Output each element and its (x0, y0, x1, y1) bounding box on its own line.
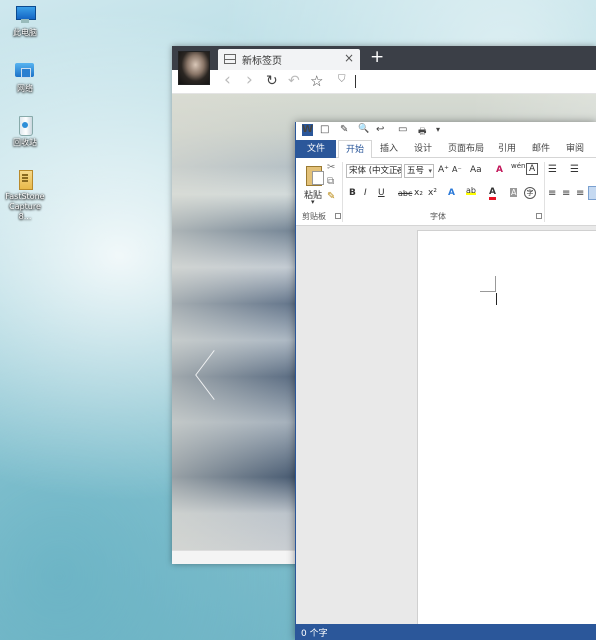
font-size-combo[interactable]: 五号 (404, 164, 434, 178)
char-border-button[interactable]: A (526, 163, 539, 175)
document-area (296, 226, 596, 624)
clear-format-button[interactable]: A (496, 165, 503, 175)
desktop-icon-label: 网络 (17, 84, 33, 93)
underline-button[interactable]: U (378, 188, 385, 198)
window-icon[interactable]: ▭ (398, 124, 407, 135)
shrink-font-button[interactable]: A⁻ (452, 165, 462, 174)
font-name-combo[interactable]: 宋体 (中文正文) (346, 164, 402, 178)
subscript-button[interactable]: x₂ (414, 188, 423, 198)
url-input[interactable] (354, 75, 554, 89)
justify-button[interactable] (588, 186, 596, 200)
numbering-button[interactable]: ☰ (570, 164, 579, 175)
ribbon-tabs: 文件 开始 插入 设计 页面布局 引用 邮件 审阅 (296, 140, 596, 159)
tab-design[interactable]: 设计 (406, 140, 440, 158)
tab-review[interactable]: 审阅 (560, 140, 590, 158)
margin-corner-mark (480, 276, 496, 292)
grow-font-button[interactable]: A⁺ (438, 165, 449, 175)
desktop-icon-faststone[interactable]: FastStone Capture 8... (2, 168, 48, 222)
tab-title: 新标签页 (242, 56, 282, 67)
tab-home[interactable]: 开始 (338, 140, 372, 159)
back-button[interactable]: ‹ (224, 70, 231, 90)
desktop-icon-label: 回收站 (13, 138, 37, 147)
tab-page-layout[interactable]: 页面布局 (442, 140, 490, 158)
format-painter-icon[interactable]: ✎ (327, 191, 335, 202)
undo-close-button[interactable]: ↶ (288, 73, 300, 89)
address-bar: ‹ › ↻ ↶ ☆ ⛉ (172, 70, 596, 94)
text-effects-button[interactable]: A (448, 188, 455, 198)
desktop-icon-label: 此电脑 (13, 28, 37, 37)
print-preview-icon[interactable]: 🔍 (358, 124, 369, 134)
font-group-label: 字体 (430, 212, 446, 221)
bold-button[interactable]: B (349, 188, 356, 198)
clipboard-group-label: 剪贴板 (302, 212, 326, 221)
highlight-button[interactable]: ab (466, 186, 476, 195)
bullets-button[interactable]: ☰ (548, 164, 557, 175)
recycle-bin-icon (13, 114, 37, 136)
shield-icon: ⛉ (338, 74, 346, 85)
undo-icon[interactable]: ↩ (376, 124, 384, 135)
tab-insert[interactable]: 插入 (372, 140, 406, 158)
tab-file[interactable]: 文件 (296, 140, 336, 158)
status-bar: 0 个字 (296, 624, 596, 640)
paste-icon[interactable] (306, 166, 324, 186)
group-separator (544, 162, 545, 222)
clipboard-launcher-icon[interactable] (335, 213, 341, 219)
desktop-icon-this-pc[interactable]: 此电脑 (2, 4, 48, 38)
new-tab-button[interactable]: + (370, 47, 384, 67)
document-page[interactable] (417, 230, 596, 624)
new-tab-page-icon (224, 54, 236, 64)
copy-icon[interactable]: ⧉ (327, 176, 334, 187)
ribbon-home: 粘贴 ▾ ✂ ⧉ ✎ 剪贴板 宋体 (中文正文) 五号 A⁺ A⁻ Aa A w… (296, 158, 596, 226)
slider-prev-button[interactable] (206, 344, 228, 388)
format-painter-icon[interactable]: ✎ (340, 124, 348, 135)
desktop-icon-recycle-bin[interactable]: 回收站 (2, 114, 48, 148)
strikethrough-button[interactable]: abc (398, 189, 412, 198)
customize-qat-icon[interactable]: ▾ (436, 125, 440, 134)
cut-icon[interactable]: ✂ (327, 162, 335, 173)
text-caret (355, 75, 356, 88)
enclose-char-button[interactable]: 字 (524, 187, 536, 199)
desktop-icon-network[interactable]: 网络 (2, 60, 48, 94)
char-shading-button[interactable]: A (510, 188, 518, 197)
faststone-capture-icon (13, 168, 37, 190)
this-pc-icon (13, 4, 37, 26)
browser-tab-bar: 新标签页 × + (172, 46, 596, 85)
font-launcher-icon[interactable] (536, 213, 542, 219)
align-center-button[interactable]: ≡ (562, 188, 570, 199)
new-doc-icon[interactable]: □ (320, 124, 329, 135)
align-left-button[interactable]: ≡ (548, 188, 556, 199)
font-color-button[interactable]: A (489, 187, 496, 200)
forward-button[interactable]: › (246, 70, 253, 90)
user-avatar[interactable] (178, 51, 210, 85)
phonetic-guide-button[interactable]: wén (511, 162, 525, 170)
quick-access-toolbar: W □ ✎ 🔍 ↩ ▭ 🖶 ▾ (296, 122, 596, 140)
browser-tab[interactable]: 新标签页 × (218, 49, 360, 70)
tab-mailings[interactable]: 邮件 (526, 140, 556, 158)
network-icon (13, 60, 37, 82)
desktop-icon-label: FastStone Capture 8... (5, 192, 45, 221)
change-case-button[interactable]: Aa (470, 165, 482, 175)
tab-close-button[interactable]: × (344, 51, 354, 65)
print-icon[interactable]: 🖶 (418, 124, 427, 140)
favorite-button[interactable]: ☆ (310, 72, 323, 90)
word-logo-icon: W (302, 124, 314, 136)
align-right-button[interactable]: ≡ (576, 188, 584, 199)
italic-button[interactable]: I (364, 188, 367, 198)
group-separator (342, 162, 343, 222)
word-count[interactable]: 0 个字 (301, 626, 328, 639)
paste-dropdown-icon[interactable]: ▾ (311, 198, 315, 206)
superscript-button[interactable]: x² (428, 188, 437, 198)
tab-references[interactable]: 引用 (492, 140, 522, 158)
reload-button[interactable]: ↻ (266, 73, 278, 89)
text-cursor (496, 293, 497, 305)
word-window: W □ ✎ 🔍 ↩ ▭ 🖶 ▾ 文件 开始 插入 设计 页面布局 引用 邮件 审… (295, 122, 596, 640)
